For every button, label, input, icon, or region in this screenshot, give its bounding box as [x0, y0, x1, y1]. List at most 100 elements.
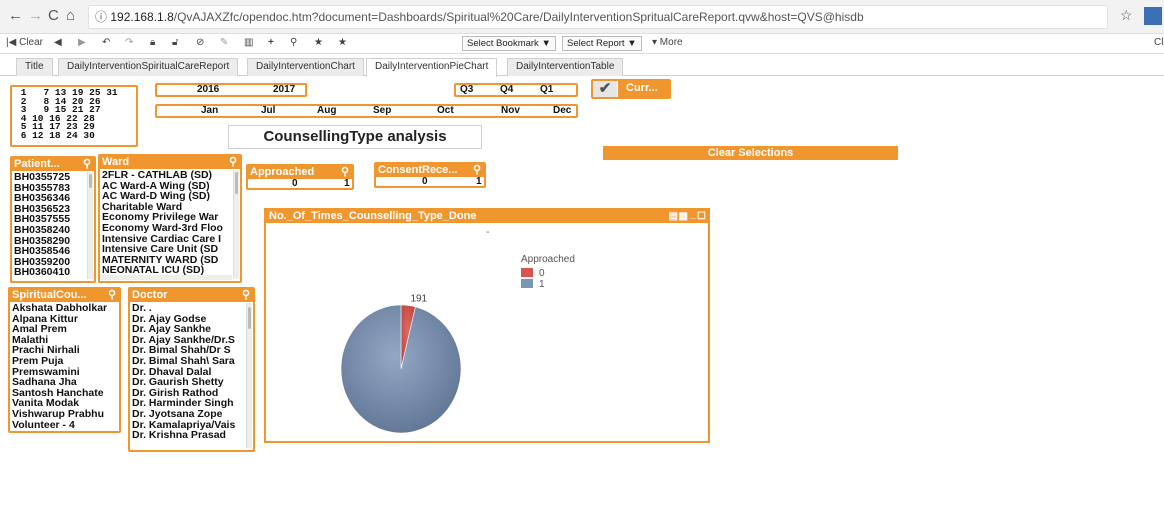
list-item[interactable]: Dr. Krishna Prasad: [132, 430, 244, 441]
url-host: 192.168.1.8: [110, 10, 174, 24]
month-cell[interactable]: Oct: [437, 105, 454, 116]
unlock-icon[interactable]: 🔓︎: [172, 37, 178, 48]
month-cell[interactable]: Jul: [261, 105, 275, 116]
scrollbar[interactable]: [87, 172, 93, 279]
chart-icon[interactable]: ▥: [244, 37, 253, 48]
consent-title: ConsentRece...: [378, 164, 458, 176]
list-item[interactable]: Dr. .: [132, 303, 244, 314]
list-item[interactable]: Economy Ward-3rd Floo: [102, 223, 231, 234]
select-bookmark-dropdown[interactable]: Select Bookmark ▼: [462, 36, 556, 51]
maximize-icon[interactable]: ☐: [697, 210, 706, 223]
quarter-cell[interactable]: Q1: [540, 84, 553, 95]
ward-header: Ward ⚲: [100, 156, 240, 169]
more-menu[interactable]: ▾ More: [652, 37, 683, 48]
print-icon[interactable]: ▤: [669, 210, 678, 223]
patient-list: BH0355725 BH0355783 BH0356346 BH0356523 …: [14, 172, 70, 278]
edit-icon[interactable]: ✎: [220, 37, 228, 48]
star-icon[interactable]: ☆: [1120, 7, 1133, 24]
month-listbox[interactable]: Jan Jul Aug Sep Oct Nov Dec: [155, 104, 578, 118]
search-icon[interactable]: ⚲: [83, 158, 91, 171]
consent-listbox[interactable]: ConsentRece... ⚲ 0 1: [374, 162, 486, 188]
quarter-cell[interactable]: Q4: [500, 84, 513, 95]
list-item[interactable]: BH0355725: [14, 172, 70, 183]
clear-selections-button[interactable]: Clear Selections: [603, 146, 898, 160]
ward-listbox[interactable]: Ward ⚲ 2FLR - CATHLAB (SD) AC Ward-A Wing…: [98, 154, 242, 283]
current-button[interactable]: ✔ Curr...: [591, 79, 671, 99]
tab-title[interactable]: Title: [16, 58, 53, 76]
info-icon[interactable]: ⓘ: [95, 10, 110, 24]
search-icon[interactable]: ⚲: [108, 289, 116, 302]
extension-icon[interactable]: [1144, 7, 1162, 25]
url-path: /QvAJAXZfc/opendoc.htm?document=Dashboar…: [173, 10, 864, 24]
address-bar[interactable]: ⓘ 192.168.1.8/QvAJAXZfc/opendoc.htm?docu…: [88, 5, 1108, 29]
tab-intervention-chart[interactable]: DailyInterventionChart: [247, 58, 364, 76]
lock-icon[interactable]: 🔒︎: [150, 37, 155, 48]
consent-value[interactable]: 1: [476, 176, 482, 187]
approached-listbox[interactable]: Approached ⚲ 0 1: [246, 164, 354, 190]
doctor-listbox[interactable]: Doctor ⚲ Dr. . Dr. Ajay Godse Dr. Ajay Sa…: [128, 287, 255, 452]
month-cell[interactable]: Aug: [317, 105, 336, 116]
list-item[interactable]: BH0358240: [14, 225, 70, 236]
month-cell[interactable]: Jan: [201, 105, 218, 116]
scrollbar[interactable]: [246, 303, 252, 448]
year-cell[interactable]: 2017: [273, 84, 295, 95]
consent-value[interactable]: 0: [422, 176, 428, 187]
list-item[interactable]: Volunteer - 4: [12, 419, 107, 431]
legend-swatch-0[interactable]: [521, 268, 533, 277]
home-icon[interactable]: ⌂: [66, 7, 75, 24]
spiritual-title: SpiritualCou...: [12, 289, 87, 301]
search-icon[interactable]: ⚲: [229, 156, 237, 169]
add-icon[interactable]: +: [268, 37, 274, 48]
back-icon[interactable]: ←: [8, 7, 23, 24]
reload-icon[interactable]: C: [48, 7, 59, 24]
list-item[interactable]: 2FLR - CATHLAB (SD): [102, 170, 231, 181]
checkmark-icon: ✔: [593, 81, 617, 97]
approached-value[interactable]: 0: [292, 178, 298, 189]
list-item[interactable]: Vishwarup Prabhu: [12, 409, 107, 420]
excel-icon[interactable]: ▦: [679, 210, 688, 223]
pie-slice-1[interactable]: [340, 304, 462, 434]
tab-intervention-table[interactable]: DailyInterventionTable: [507, 58, 624, 76]
list-item[interactable]: Prem Puja: [12, 356, 107, 367]
search-icon[interactable]: ⚲: [242, 289, 250, 302]
bookmark-add-icon[interactable]: ★: [314, 37, 323, 48]
close-label[interactable]: Cl: [1154, 37, 1163, 48]
list-item[interactable]: Dr. Jyotsana Zope: [132, 409, 244, 420]
forward-selection-icon[interactable]: ▶: [78, 37, 86, 48]
legend-title: Approached: [521, 254, 575, 265]
select-report-dropdown[interactable]: Select Report ▼: [562, 36, 642, 51]
check-icon[interactable]: ⊘: [196, 37, 204, 48]
legend-label: 1: [539, 279, 545, 290]
list-item[interactable]: Akshata Dabholkar: [12, 303, 107, 314]
tab-intervention-pie-chart[interactable]: DailyInterventionPieChart: [366, 58, 498, 77]
quarter-listbox[interactable]: Q3 Q4 Q1: [454, 83, 578, 97]
patient-listbox[interactable]: Patient... ⚲ BH0355725 BH0355783 BH035634…: [10, 156, 96, 283]
doctor-list: Dr. . Dr. Ajay Godse Dr. Ajay Sankhe Dr.…: [132, 303, 244, 441]
month-cell[interactable]: Sep: [373, 105, 391, 116]
approached-value[interactable]: 1: [344, 178, 350, 189]
legend-swatch-1[interactable]: [521, 279, 533, 288]
year-cell[interactable]: 2016: [197, 84, 219, 95]
undo-icon[interactable]: ↶: [102, 37, 110, 48]
year-listbox[interactable]: 2016 2017: [155, 83, 307, 97]
month-cell[interactable]: Nov: [501, 105, 520, 116]
month-cell[interactable]: Dec: [553, 105, 571, 116]
redo-icon[interactable]: ↷: [125, 37, 133, 48]
day-row[interactable]: 6 12 18 24 30: [15, 131, 118, 141]
bookmark-remove-icon[interactable]: ★: [338, 37, 347, 48]
back-selection-icon[interactable]: ◀: [54, 37, 62, 48]
sheet-tabs: Title DailyInterventionSpiritualCareRepo…: [0, 56, 1164, 77]
quarter-cell[interactable]: Q3: [460, 84, 473, 95]
minimize-icon[interactable]: _: [690, 208, 696, 221]
list-item[interactable]: Dr. Bimal Shah\ Sara: [132, 356, 244, 367]
forward-icon[interactable]: →: [28, 7, 43, 24]
day-listbox[interactable]: 1 7 13 19 25 31 2 8 14 20 26 3 9 15 21 2…: [10, 85, 138, 147]
spiritual-counsellor-listbox[interactable]: SpiritualCou... ⚲ Akshata Dabholkar Alpan…: [8, 287, 121, 433]
scrollbar[interactable]: [233, 170, 239, 279]
clear-button[interactable]: |◀ Clear: [6, 37, 43, 48]
repository-icon[interactable]: ⚲: [290, 37, 297, 48]
tab-spiritual-care-report[interactable]: DailyInterventionSpiritualCareReport: [58, 58, 239, 76]
spiritual-header: SpiritualCou... ⚲: [10, 289, 119, 302]
horizontal-scrollbar[interactable]: [101, 275, 232, 280]
list-item[interactable]: BH0360410: [14, 267, 70, 278]
